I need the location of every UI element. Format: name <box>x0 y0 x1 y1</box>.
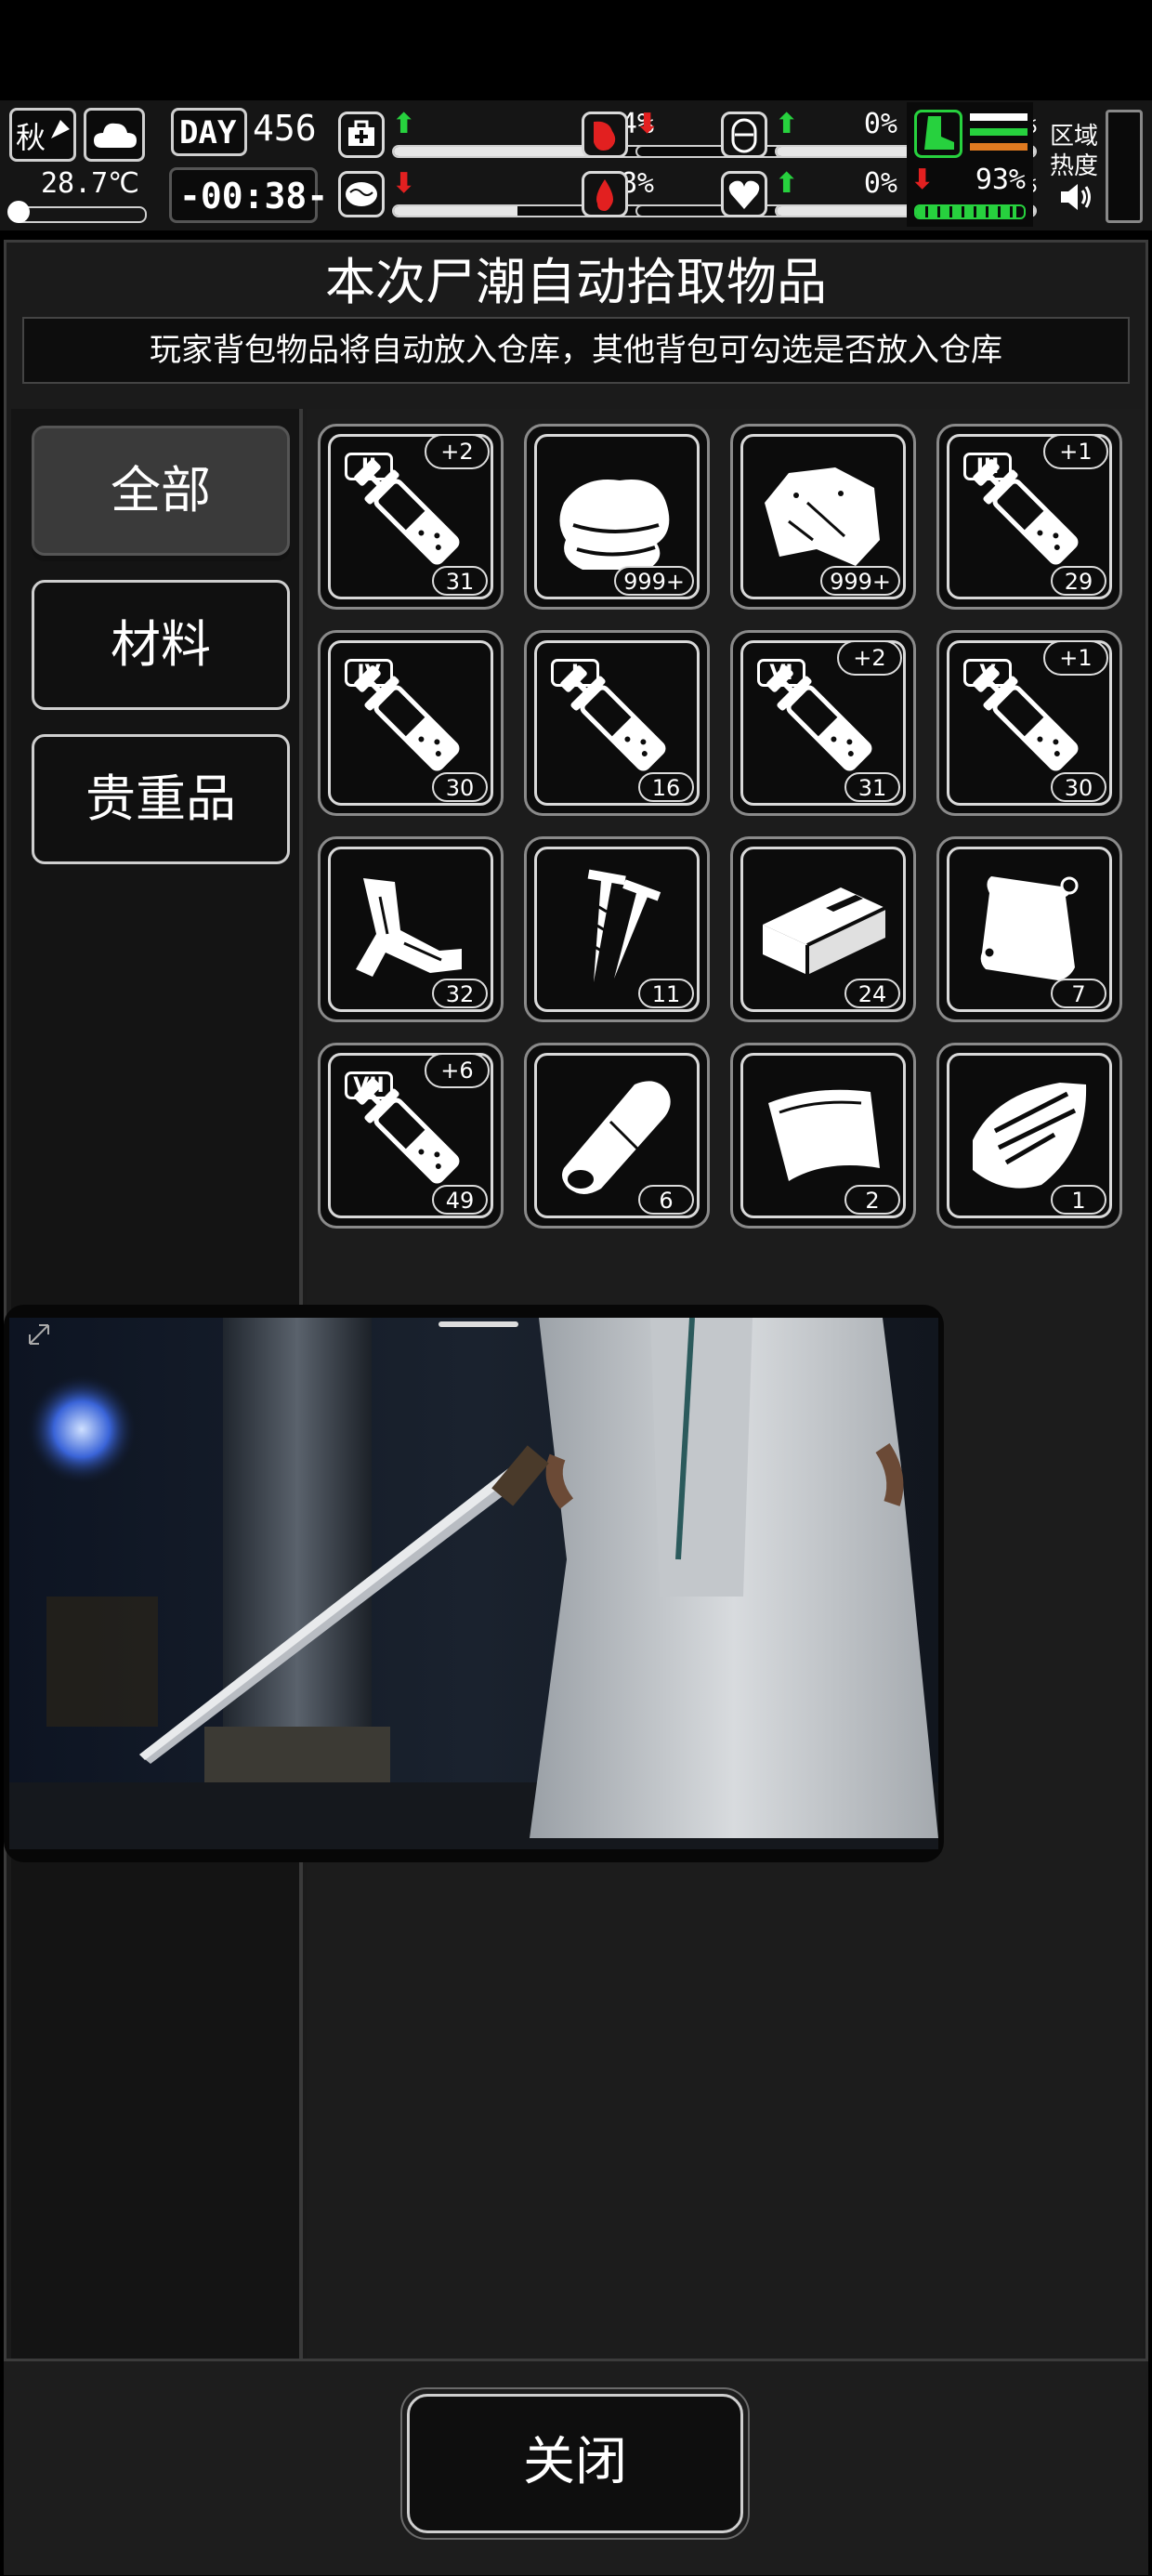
bonus-badge: +6 <box>425 1053 490 1088</box>
tier-badge: VII <box>345 1071 393 1099</box>
nails-icon <box>587 869 661 982</box>
stomach-icon <box>582 112 628 158</box>
tier-badge: I <box>551 659 599 687</box>
clock-readout: -00:38- <box>179 176 329 217</box>
drag-handle[interactable] <box>439 1321 518 1327</box>
item-slot[interactable]: 999+ <box>730 424 916 610</box>
item-count: 31 <box>844 772 900 802</box>
item-count: 30 <box>1051 772 1106 802</box>
bonus-badge: +1 <box>1043 640 1108 676</box>
category-tab-materials[interactable]: 材料 <box>32 580 290 710</box>
tier-badge: IV <box>345 659 393 687</box>
medkit-icon <box>338 112 385 158</box>
metal-shard-icon <box>973 1083 1087 1189</box>
item-slot[interactable]: 999+ <box>524 424 710 610</box>
trend-arrow-icon: ⬇ <box>392 167 416 200</box>
shield-icon <box>721 112 767 158</box>
thermometer-bulb-icon <box>7 201 30 223</box>
item-slot[interactable]: I 16 <box>524 630 710 816</box>
rolled-cloth-icon <box>562 1081 671 1194</box>
close-button[interactable]: 关闭 <box>400 2387 750 2540</box>
item-count: 999+ <box>614 566 694 596</box>
bandage-strip-icon <box>356 878 462 977</box>
item-count: 30 <box>432 772 488 802</box>
item-count: 6 <box>638 1185 694 1215</box>
trend-arrow-icon: ⬇ <box>635 108 660 140</box>
trend-arrow-icon: ⬆ <box>775 167 799 200</box>
trend-arrow-icon: ⬆ <box>392 108 416 140</box>
day-label-box: DAY <box>171 108 247 156</box>
brain-icon <box>338 171 385 217</box>
tier-badge: III <box>963 453 1012 480</box>
item-slot[interactable]: VI +2 31 <box>730 630 916 816</box>
category-tab-valuables[interactable]: 贵重品 <box>32 734 290 864</box>
item-slot[interactable]: 7 <box>936 836 1122 1022</box>
item-count: 2 <box>844 1185 900 1215</box>
item-count: 999+ <box>820 566 900 596</box>
bonus-badge: +1 <box>1043 434 1108 469</box>
season-label: 秋 <box>16 120 46 155</box>
day-label: DAY <box>179 114 237 151</box>
tier-badge: V <box>963 659 1012 687</box>
clock-box: -00:38- <box>169 167 328 223</box>
fabric-scrap-icon <box>765 467 880 566</box>
stamina-bar <box>914 204 1026 219</box>
temperature-readout: 28.7℃ <box>41 167 139 200</box>
stamina-value: 93% <box>975 164 1026 196</box>
stamina-trend-arrow: ⬇ <box>910 164 935 196</box>
brick-icon <box>763 887 886 975</box>
heart-icon <box>721 171 767 217</box>
season-badge: 秋 <box>9 108 76 162</box>
item-count: 32 <box>432 979 488 1008</box>
trend-arrow-icon: ⬆ <box>775 108 799 140</box>
item-count: 31 <box>432 566 488 596</box>
panel-title: 本次尸潮自动拾取物品 <box>325 253 827 311</box>
close-button-ring <box>400 2387 750 2540</box>
item-slot[interactable]: 1 <box>936 1043 1122 1229</box>
leather-piece-icon <box>768 1089 880 1181</box>
item-count: 7 <box>1051 979 1106 1008</box>
bonus-badge: +2 <box>425 434 490 469</box>
item-slot[interactable]: III +1 29 <box>936 424 1122 610</box>
weather-badge <box>84 108 145 162</box>
tier-badge: VI <box>757 659 805 687</box>
item-slot[interactable]: V +1 30 <box>936 630 1122 816</box>
item-count: 24 <box>844 979 900 1008</box>
blood-drop-icon <box>582 171 628 217</box>
bonus-badge: +2 <box>837 640 902 676</box>
zone-heat-meter <box>1106 110 1143 223</box>
stamina-stripes <box>970 113 1028 151</box>
item-count: 16 <box>638 772 694 802</box>
item-count: 49 <box>432 1185 488 1215</box>
day-number: 456 <box>253 108 317 149</box>
speaker-icon[interactable] <box>1057 178 1094 216</box>
boot-icon <box>914 110 962 158</box>
zone-heat-label-2: 热度 <box>1050 152 1099 180</box>
cloud-icon <box>94 123 137 148</box>
item-slot[interactable]: 2 <box>730 1043 916 1229</box>
item-slot[interactable]: 11 <box>524 836 710 1022</box>
item-count: 11 <box>638 979 694 1008</box>
cloth-stack-icon <box>559 480 670 570</box>
leaf-icon <box>51 120 70 138</box>
item-slot[interactable]: 6 <box>524 1043 710 1229</box>
item-slot[interactable]: II +2 31 <box>318 424 504 610</box>
video-overlay[interactable] <box>4 1305 944 1862</box>
item-count: 29 <box>1051 566 1106 596</box>
video-scene-image <box>9 1318 938 1849</box>
panel-subtitle: 玩家背包物品将自动放入仓库，其他背包可勾选是否放入仓库 <box>22 317 1130 384</box>
item-slot[interactable]: IV 30 <box>318 630 504 816</box>
category-tab-all[interactable]: 全部 <box>32 426 290 556</box>
expand-icon[interactable] <box>26 1321 52 1347</box>
status-bar: 秋 28.7℃ DAY 456 -00:38- ⬆84%⬇0%⬆100%⬇48%… <box>0 100 1152 230</box>
plastic-bag-icon <box>980 876 1079 980</box>
thermometer-bar <box>13 206 147 223</box>
item-count: 1 <box>1051 1185 1106 1215</box>
item-slot[interactable]: VII +6 49 <box>318 1043 504 1229</box>
item-slot[interactable]: 24 <box>730 836 916 1022</box>
stamina-panel: ⬇ 93% <box>907 102 1033 227</box>
item-slot[interactable]: 32 <box>318 836 504 1022</box>
tier-badge: II <box>345 453 393 480</box>
